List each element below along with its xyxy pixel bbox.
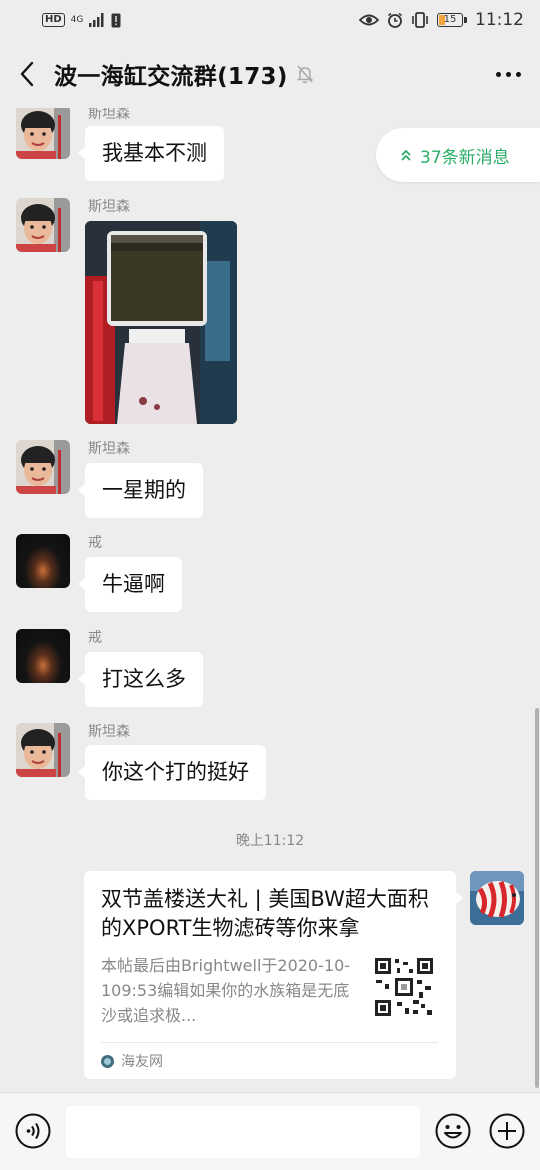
- new-messages-label: 37条新消息: [420, 147, 510, 168]
- self-avatar[interactable]: [470, 871, 524, 925]
- message-bubble[interactable]: 我基本不测: [78, 126, 224, 181]
- plus-button[interactable]: [489, 1113, 525, 1149]
- message-list[interactable]: 斯坦森 我基本不测 37条新消息 斯坦森 斯坦森 一星期的 戒 牛逼啊 戒 打这…: [0, 108, 540, 1092]
- link-card-footer: 海友网: [101, 1042, 438, 1071]
- scrollbar[interactable]: [535, 708, 539, 1088]
- hd-badge: HD: [42, 13, 65, 27]
- link-card-source: 海友网: [121, 1054, 163, 1070]
- input-bar: [0, 1092, 540, 1170]
- night-avatar[interactable]: [16, 534, 70, 588]
- voice-icon: [15, 1113, 51, 1149]
- link-card-title: 双节盖楼送大礼 | 美国BW超大面积的XPORT生物滤砖等你来拿: [101, 887, 429, 940]
- new-messages-button[interactable]: 37条新消息: [376, 128, 540, 182]
- sender-name: 斯坦森: [88, 108, 130, 122]
- link-card-description: 本帖最后由Brightwell于2020-10-109:53编辑如果你的水族箱是…: [101, 956, 351, 1025]
- signal-icon: [89, 13, 104, 27]
- vibrate-icon: [412, 12, 428, 28]
- message-bubble[interactable]: 牛逼啊: [78, 557, 182, 612]
- plus-icon: [489, 1113, 525, 1149]
- battery-level: 15: [443, 14, 457, 25]
- message-input[interactable]: [66, 1106, 420, 1158]
- sender-name: 斯坦森: [88, 724, 130, 740]
- link-card-body: 本帖最后由Brightwell于2020-10-109:53编辑如果你的水族箱是…: [101, 953, 438, 1028]
- alarm-icon: [388, 12, 402, 28]
- message-bubble[interactable]: 你这个打的挺好: [78, 745, 266, 800]
- status-left: HD 4G: [42, 13, 121, 28]
- qr-code-icon: [373, 956, 435, 1018]
- chat-title: 波一海缸交流群(173): [54, 64, 288, 90]
- clock: 11:12: [475, 10, 524, 30]
- battery-icon: 15: [437, 13, 467, 27]
- message-image[interactable]: [85, 221, 237, 424]
- message-bubble[interactable]: 打这么多: [78, 652, 203, 707]
- emoji-icon: [435, 1113, 471, 1149]
- timestamp: 晚上11:12: [235, 833, 305, 849]
- emoji-button[interactable]: [435, 1113, 471, 1149]
- message-bubble[interactable]: 一星期的: [78, 463, 203, 518]
- eye-icon: [359, 14, 379, 26]
- double-chevron-up-icon: [401, 149, 411, 161]
- more-button[interactable]: [476, 40, 540, 108]
- source-logo-icon: [101, 1054, 114, 1068]
- bell-muted-icon: [296, 64, 314, 84]
- kid-avatar[interactable]: [16, 723, 70, 777]
- kid-avatar[interactable]: [16, 108, 70, 159]
- link-card[interactable]: 双节盖楼送大礼 | 美国BW超大面积的XPORT生物滤砖等你来拿 本帖最后由Br…: [84, 871, 463, 1079]
- sender-name: 戒: [88, 630, 102, 646]
- voice-button[interactable]: [15, 1113, 51, 1149]
- chat-header: 波一海缸交流群(173): [0, 40, 540, 108]
- more-dots-icon: [495, 71, 501, 77]
- status-right: 15 11:12: [359, 10, 524, 30]
- status-bar: HD 4G 15 11:12: [0, 0, 540, 40]
- night-avatar[interactable]: [16, 629, 70, 683]
- back-button[interactable]: [0, 40, 54, 108]
- sim-alert-icon: [111, 13, 121, 27]
- chevron-left-icon: [20, 61, 34, 87]
- sender-name: 斯坦森: [88, 199, 130, 215]
- network-label: 4G: [70, 14, 84, 25]
- kid-avatar[interactable]: [16, 440, 70, 494]
- kid-avatar[interactable]: [16, 198, 70, 252]
- sender-name: 戒: [88, 535, 102, 551]
- sender-name: 斯坦森: [88, 441, 130, 457]
